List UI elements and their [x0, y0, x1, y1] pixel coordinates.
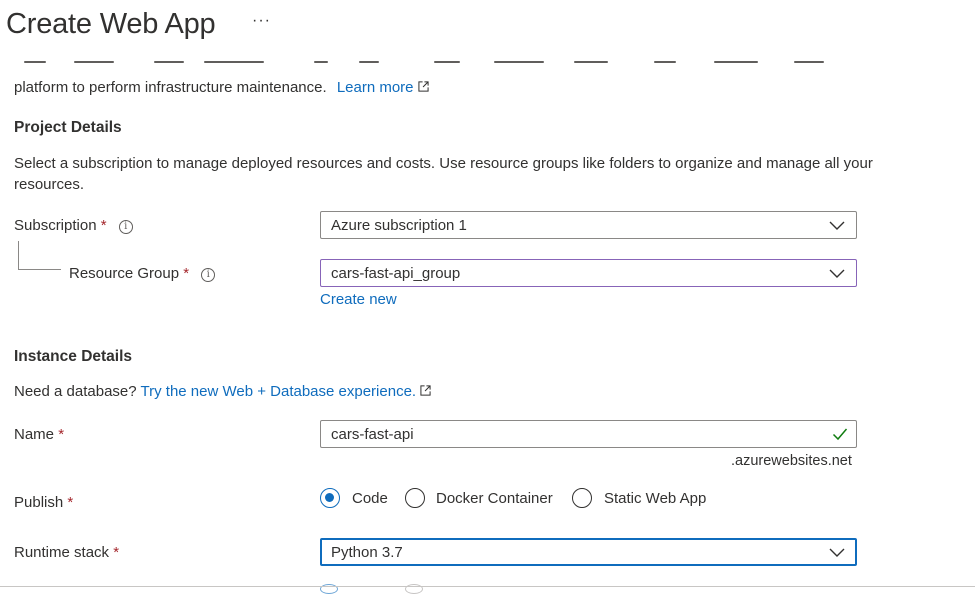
publish-code-label[interactable]: Code	[352, 490, 388, 507]
web-database-link[interactable]: Try the new Web + Database experience.	[141, 383, 432, 400]
learn-more-link[interactable]: Learn more	[337, 79, 429, 96]
name-input[interactable]: cars-fast-api	[320, 420, 857, 448]
clipped-text-line	[14, 61, 844, 69]
external-link-icon	[420, 385, 431, 396]
name-label: Name *	[14, 426, 65, 443]
resource-group-select[interactable]: cars-fast-api_group	[320, 259, 857, 287]
runtime-stack-select[interactable]: Python 3.7	[320, 538, 857, 566]
publish-static-radio[interactable]	[572, 488, 592, 508]
publish-code-radio[interactable]	[320, 488, 340, 508]
instance-details-heading: Instance Details	[14, 348, 133, 365]
tree-connector	[18, 241, 61, 270]
publish-label: Publish *	[14, 494, 74, 511]
publish-static-label[interactable]: Static Web App	[604, 490, 706, 507]
publish-docker-radio[interactable]	[405, 488, 425, 508]
subscription-label: Subscription * i	[14, 217, 133, 234]
create-new-link[interactable]: Create new	[320, 291, 397, 308]
project-details-heading: Project Details	[14, 119, 122, 136]
runtime-stack-label: Runtime stack *	[14, 544, 120, 561]
external-link-icon	[417, 81, 429, 92]
info-icon[interactable]: i	[118, 220, 133, 234]
info-icon[interactable]: i	[201, 268, 216, 282]
checkmark-icon	[832, 428, 848, 441]
database-prompt: Need a database? Try the new Web + Datab…	[14, 383, 431, 400]
page-title: Create Web App	[6, 8, 216, 40]
resource-group-label: Resource Group * i	[69, 265, 216, 282]
more-options-icon[interactable]: ···	[252, 12, 271, 30]
chevron-down-icon	[829, 269, 845, 278]
subscription-select[interactable]: Azure subscription 1	[320, 211, 857, 239]
chevron-down-icon	[829, 548, 845, 557]
chevron-down-icon	[829, 221, 845, 230]
domain-suffix: .azurewebsites.net	[731, 453, 852, 469]
divider	[0, 586, 975, 587]
intro-text: platform to perform infrastructure maint…	[14, 79, 429, 96]
project-details-description: Select a subscription to manage deployed…	[14, 155, 873, 193]
publish-docker-label[interactable]: Docker Container	[436, 490, 553, 507]
